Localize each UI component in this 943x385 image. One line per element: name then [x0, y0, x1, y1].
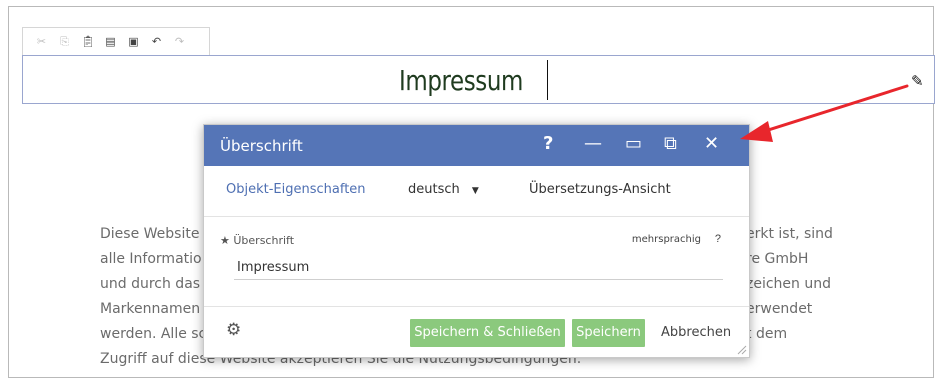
cut-icon[interactable]: ✂ [35, 35, 48, 49]
field-help-icon[interactable]: ? [715, 233, 721, 245]
paste-word-icon[interactable]: ▣ [127, 35, 140, 49]
editor-toolbar: ✂ ⎘ 📋︎ ▤ ▣ ↶ ↷ [22, 27, 210, 55]
dialog-title: Überschrift [220, 137, 303, 155]
restore-icon[interactable]: ⧉ [664, 133, 677, 154]
footer-divider [204, 306, 749, 307]
required-icon: ★ [220, 234, 230, 247]
close-icon[interactable]: ✕ [704, 133, 719, 154]
save-close-button[interactable]: Speichern & Schließen [410, 319, 565, 347]
heading-input[interactable] [234, 256, 723, 280]
resize-handle-icon[interactable] [737, 345, 747, 355]
tab-object-properties[interactable]: Objekt-Eigenschaften [226, 182, 366, 197]
copy-icon[interactable]: ⎘ [58, 35, 71, 49]
cancel-button[interactable]: Abbrechen [661, 319, 731, 347]
maximize-icon[interactable]: ▭ [625, 133, 642, 154]
undo-icon[interactable]: ↶ [150, 35, 163, 49]
gear-icon[interactable]: ⚙ [226, 320, 241, 340]
chevron-down-icon: ▼ [471, 186, 479, 196]
text-cursor [547, 60, 548, 100]
redo-icon[interactable]: ↷ [173, 35, 186, 49]
multilingual-label: mehrsprachig [631, 234, 701, 245]
paste-icon[interactable]: 📋︎ [81, 35, 95, 49]
language-select[interactable]: deutsch ▼ [408, 182, 479, 197]
language-label: deutsch [408, 182, 460, 197]
dialog-header[interactable]: Überschrift ? — ▭ ⧉ ✕ [204, 125, 749, 166]
help-icon[interactable]: ? [543, 133, 553, 154]
heading-dialog: Überschrift ? — ▭ ⧉ ✕ Objekt-Eigenschaft… [203, 124, 750, 358]
pencil-icon[interactable]: ✎ [911, 72, 924, 90]
minimize-icon[interactable]: — [584, 133, 602, 154]
paste-text-icon[interactable]: ▤ [104, 35, 117, 49]
save-button[interactable]: Speichern [572, 319, 645, 347]
field-label: ★ Überschrift [220, 234, 295, 247]
dialog-tabs: Objekt-Eigenschaften deutsch ▼ Übersetzu… [204, 166, 749, 217]
page-heading[interactable]: Impressum [399, 64, 523, 97]
tab-translation-view[interactable]: Übersetzungs-Ansicht [529, 182, 671, 197]
